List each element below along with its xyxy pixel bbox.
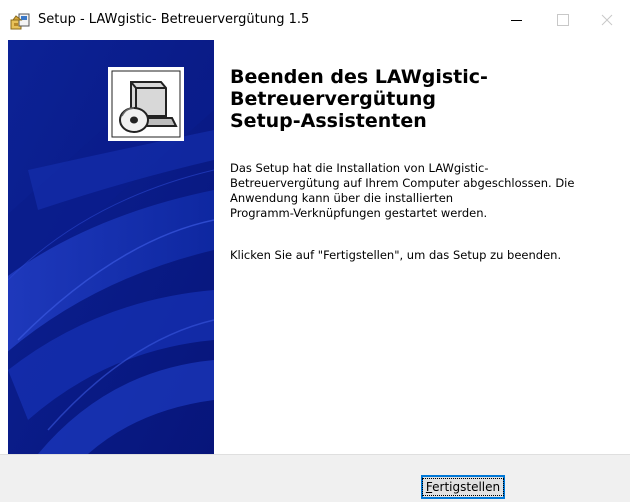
wizard-content: Beenden des LAWgistic- Betreuervergütung… [230,40,620,454]
page-title: Beenden des LAWgistic- Betreuervergütung… [230,66,488,132]
setup-package-icon[interactable] [10,11,30,31]
finish-button[interactable]: Fertigstellen [421,475,505,499]
minimize-icon [510,19,522,21]
wizard-button-bar: Fertigstellen [0,454,630,502]
completion-message: Das Setup hat die Installation von LAWgi… [230,161,575,220]
window-title: Setup - LAWgistic- Betreuervergütung 1.5 [38,12,310,27]
close-icon [601,11,613,30]
close-button[interactable] [584,0,630,40]
wizard-banner-image [8,40,214,454]
title-bar[interactable]: Setup - LAWgistic- Betreuervergütung 1.5 [0,0,630,40]
setup-window: Setup - LAWgistic- Betreuervergütung 1.5 [0,0,630,502]
finish-instruction: Klicken Sie auf "Fertigstellen", um das … [230,248,562,262]
computer-install-icon [108,67,184,141]
finish-button-label: Fertigstellen [421,478,505,496]
maximize-icon [557,14,569,26]
maximize-button[interactable] [540,0,586,40]
minimize-button[interactable] [493,0,539,40]
